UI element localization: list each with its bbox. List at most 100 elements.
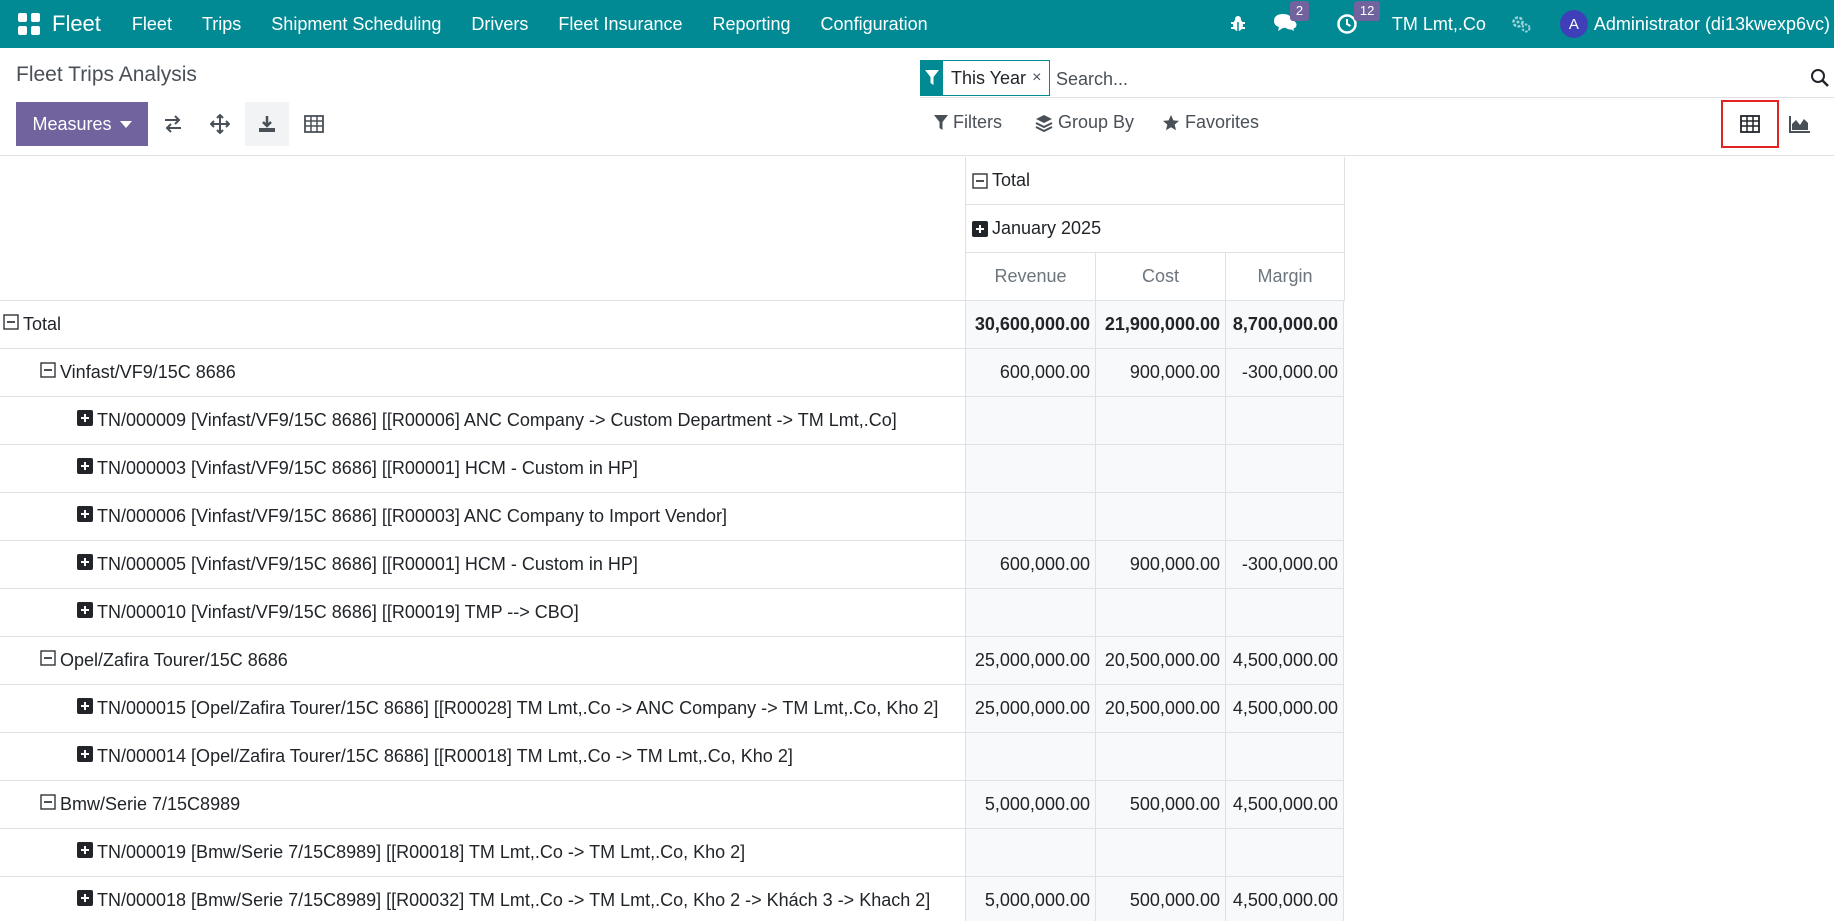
measures-dropdown-button[interactable]: Measures [16, 102, 148, 146]
app-brand[interactable]: Fleet [52, 11, 101, 37]
pivot-cell-revenue[interactable]: 25,000,000.00 [965, 637, 1095, 685]
expand-plus-icon[interactable] [77, 698, 93, 719]
pivot-cell-margin[interactable]: 4,500,000.00 [1225, 685, 1344, 733]
pivot-cell-revenue[interactable]: 600,000.00 [965, 349, 1095, 397]
search-facet-this-year[interactable]: This Year × [920, 60, 1051, 96]
pivot-cell-cost[interactable]: 900,000.00 [1095, 349, 1225, 397]
pivot-cell-revenue[interactable]: 5,000,000.00 [965, 781, 1095, 829]
pivot-cell-margin[interactable] [1225, 733, 1344, 781]
favorites-button[interactable]: Favorites [1162, 112, 1259, 133]
measure-header-cost[interactable]: Cost [1095, 253, 1225, 301]
pivot-cell-revenue[interactable] [965, 445, 1095, 493]
pivot-cell-cost[interactable]: 21,900,000.00 [1095, 301, 1225, 349]
pivot-cell-revenue[interactable]: 5,000,000.00 [965, 877, 1095, 921]
measure-header-revenue[interactable]: Revenue [965, 253, 1095, 301]
expand-plus-icon[interactable] [77, 602, 93, 623]
filters-button[interactable]: Filters [934, 112, 1002, 133]
pivot-cell-cost[interactable]: 500,000.00 [1095, 781, 1225, 829]
pivot-row-header[interactable]: TN/000005 [Vinfast/VF9/15C 8686] [[R0000… [0, 541, 965, 589]
debug-bug-icon[interactable] [1228, 14, 1248, 34]
pivot-cell-revenue[interactable] [965, 493, 1095, 541]
flip-axis-button[interactable] [151, 102, 195, 146]
pivot-row-header[interactable]: TN/000015 [Opel/Zafira Tourer/15C 8686] … [0, 685, 965, 733]
menu-configuration[interactable]: Configuration [821, 14, 928, 35]
group-by-button[interactable]: Group By [1035, 112, 1134, 133]
expand-plus-icon[interactable] [77, 554, 93, 575]
pivot-view-button[interactable] [1721, 100, 1779, 148]
graph-view-button[interactable] [1778, 102, 1822, 146]
pivot-cell-cost[interactable]: 900,000.00 [1095, 541, 1225, 589]
expand-plus-icon[interactable] [77, 890, 93, 911]
apps-grid-icon[interactable] [18, 13, 40, 35]
pivot-cell-margin[interactable]: -300,000.00 [1225, 541, 1344, 589]
pivot-cell-cost[interactable] [1095, 829, 1225, 877]
measure-header-margin[interactable]: Margin [1225, 253, 1345, 301]
user-avatar[interactable]: A [1559, 10, 1588, 38]
menu-shipment-scheduling[interactable]: Shipment Scheduling [271, 14, 441, 35]
menu-drivers[interactable]: Drivers [471, 14, 528, 35]
pivot-cell-revenue[interactable]: 25,000,000.00 [965, 685, 1095, 733]
collapse-minus-icon[interactable] [40, 794, 56, 815]
pivot-cell-cost[interactable]: 500,000.00 [1095, 877, 1225, 921]
menu-fleet-insurance[interactable]: Fleet Insurance [558, 14, 682, 35]
expand-plus-icon[interactable] [77, 458, 93, 479]
expand-all-button[interactable] [198, 102, 242, 146]
pivot-cell-margin[interactable] [1225, 445, 1344, 493]
activity-clock-icon[interactable]: 12 [1336, 1, 1381, 35]
expand-plus-icon[interactable] [77, 410, 93, 431]
search-icon[interactable] [1810, 68, 1830, 93]
pivot-row-header[interactable]: Vinfast/VF9/15C 8686 [0, 349, 965, 397]
pivot-cell-revenue[interactable] [965, 733, 1095, 781]
expand-plus-icon[interactable] [77, 746, 93, 767]
pivot-cell-margin[interactable] [1225, 397, 1344, 445]
pivot-cell-margin[interactable]: 4,500,000.00 [1225, 877, 1344, 921]
pivot-cell-cost[interactable] [1095, 493, 1225, 541]
pivot-cell-revenue[interactable]: 30,600,000.00 [965, 301, 1095, 349]
pivot-row-header[interactable]: TN/000006 [Vinfast/VF9/15C 8686] [[R0000… [0, 493, 965, 541]
search-input[interactable] [1056, 66, 1756, 92]
pivot-cell-cost[interactable] [1095, 733, 1225, 781]
pivot-cell-margin[interactable]: -300,000.00 [1225, 349, 1344, 397]
pivot-row-header[interactable]: Total [0, 301, 965, 349]
pivot-cell-cost[interactable]: 20,500,000.00 [1095, 685, 1225, 733]
download-xlsx-button[interactable] [245, 102, 289, 146]
pivot-row-header[interactable]: TN/000019 [Bmw/Serie 7/15C8989] [[R00018… [0, 829, 965, 877]
messages-chat-icon[interactable]: 2 [1272, 1, 1310, 35]
pivot-cell-margin[interactable] [1225, 589, 1344, 637]
pivot-cell-margin[interactable]: 4,500,000.00 [1225, 781, 1344, 829]
pivot-cell-margin[interactable] [1225, 493, 1344, 541]
user-menu[interactable]: Administrator (di13kwexp6vc) [1594, 14, 1830, 35]
settings-gears-icon[interactable] [1510, 13, 1532, 35]
menu-reporting[interactable]: Reporting [713, 14, 791, 35]
pivot-row-header[interactable]: TN/000010 [Vinfast/VF9/15C 8686] [[R0001… [0, 589, 965, 637]
menu-fleet[interactable]: Fleet [132, 14, 172, 35]
pivot-cell-margin[interactable]: 4,500,000.00 [1225, 637, 1344, 685]
pivot-cell-cost[interactable] [1095, 397, 1225, 445]
pivot-cell-revenue[interactable] [965, 829, 1095, 877]
collapse-minus-icon[interactable] [40, 650, 56, 671]
pivot-row-header[interactable]: Opel/Zafira Tourer/15C 8686 [0, 637, 965, 685]
col-header-total[interactable]: Total [965, 157, 1345, 205]
menu-trips[interactable]: Trips [202, 14, 241, 35]
pivot-row-header[interactable]: TN/000018 [Bmw/Serie 7/15C8989] [[R00032… [0, 877, 965, 921]
facet-remove-icon[interactable]: × [1032, 69, 1049, 87]
pivot-cell-cost[interactable] [1095, 589, 1225, 637]
pivot-row-header[interactable]: TN/000009 [Vinfast/VF9/15C 8686] [[R0000… [0, 397, 965, 445]
pivot-cell-margin[interactable] [1225, 829, 1344, 877]
pivot-cell-cost[interactable] [1095, 445, 1225, 493]
pivot-row-header[interactable]: Bmw/Serie 7/15C8989 [0, 781, 965, 829]
company-switcher[interactable]: TM Lmt,.Co [1392, 14, 1486, 35]
pivot-row-header[interactable]: TN/000003 [Vinfast/VF9/15C 8686] [[R0000… [0, 445, 965, 493]
pivot-cell-revenue[interactable]: 600,000.00 [965, 541, 1095, 589]
col-header-period[interactable]: January 2025 [965, 205, 1345, 253]
insert-spreadsheet-button[interactable] [292, 102, 336, 146]
expand-plus-icon[interactable] [77, 842, 93, 863]
collapse-minus-icon[interactable] [40, 362, 56, 383]
pivot-cell-cost[interactable]: 20,500,000.00 [1095, 637, 1225, 685]
pivot-cell-revenue[interactable] [965, 397, 1095, 445]
pivot-row-header[interactable]: TN/000014 [Opel/Zafira Tourer/15C 8686] … [0, 733, 965, 781]
pivot-cell-margin[interactable]: 8,700,000.00 [1225, 301, 1344, 349]
collapse-minus-icon[interactable] [3, 314, 19, 335]
pivot-cell-revenue[interactable] [965, 589, 1095, 637]
expand-plus-icon[interactable] [77, 506, 93, 527]
